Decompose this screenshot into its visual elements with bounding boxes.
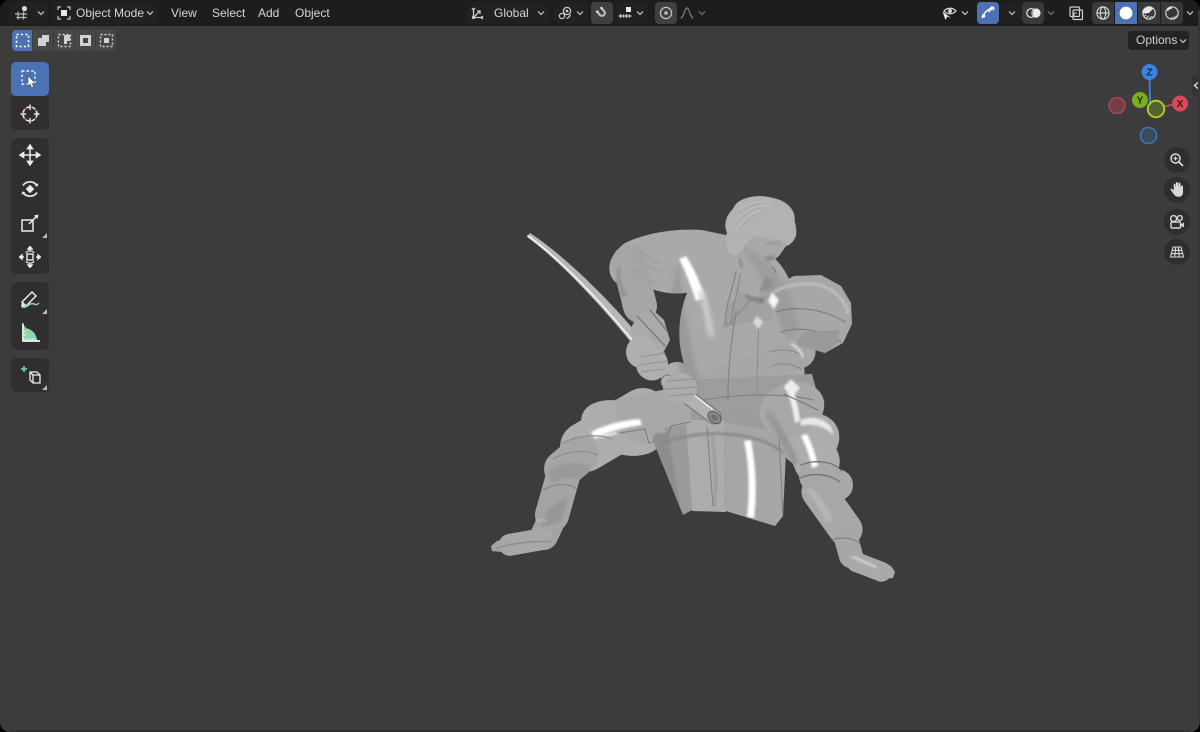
svg-text:Y: Y [1137,96,1144,107]
svg-text:Z: Z [1146,68,1152,79]
svg-text:X: X [1177,99,1184,110]
